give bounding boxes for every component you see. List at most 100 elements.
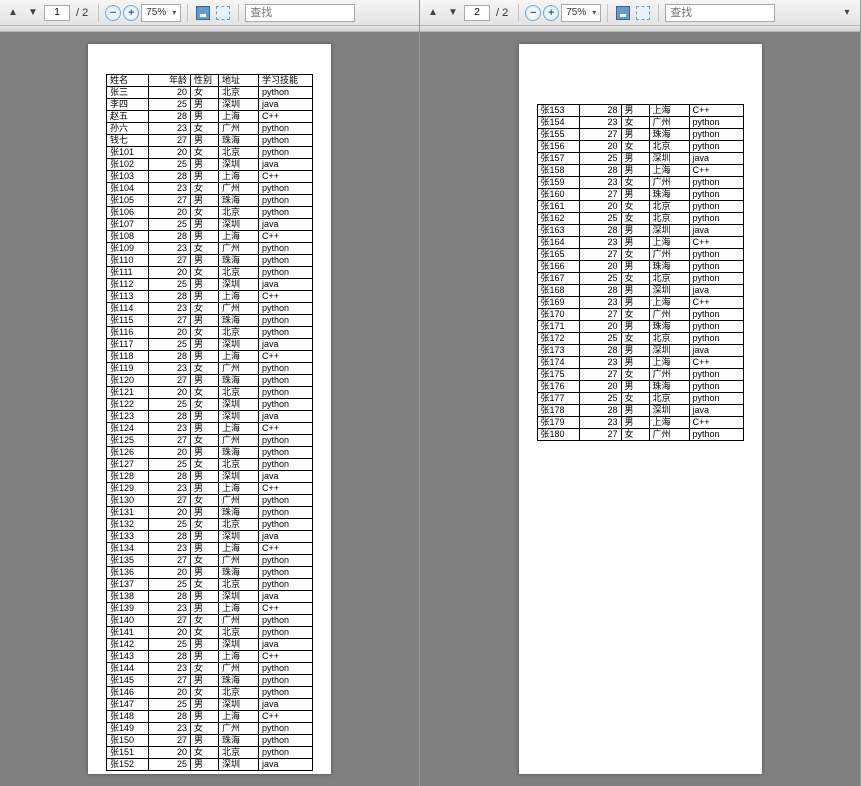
table-cell: python: [259, 387, 313, 399]
table-row: 张11725男深圳java: [107, 339, 313, 351]
table-cell: 上海: [649, 165, 689, 177]
next-page-button[interactable]: ▼: [24, 4, 42, 22]
table-cell: 珠海: [219, 675, 259, 687]
prev-page-button[interactable]: ▲: [4, 4, 22, 22]
zoom-out-button[interactable]: −: [525, 5, 541, 21]
table-cell: 张125: [107, 435, 149, 447]
table-cell: 深圳: [219, 279, 259, 291]
table-cell: 男: [621, 237, 649, 249]
table-cell: 张176: [537, 381, 579, 393]
table-cell: C++: [259, 171, 313, 183]
current-page-input[interactable]: [44, 5, 70, 21]
table-cell: 27: [579, 429, 621, 441]
prev-page-button[interactable]: ▲: [424, 4, 442, 22]
table-cell: python: [259, 375, 313, 387]
table-cell: 男: [191, 471, 219, 483]
table-row: 张17423男上海C++: [537, 357, 743, 369]
fit-page-button[interactable]: [634, 4, 652, 22]
table-cell: 深圳: [219, 471, 259, 483]
table-cell: 张161: [537, 201, 579, 213]
table-row: 张11423女广州python: [107, 303, 313, 315]
table-cell: 张117: [107, 339, 149, 351]
table-cell: 男: [191, 351, 219, 363]
zoom-in-button[interactable]: +: [123, 5, 139, 21]
table-cell: 上海: [219, 111, 259, 123]
toolbar-left: ▲ ▼ / 2 − + 75% ▾: [0, 0, 419, 26]
table-cell: python: [259, 519, 313, 531]
zoom-dropdown[interactable]: 75% ▾: [141, 4, 181, 22]
table-row: 张15620女北京python: [537, 141, 743, 153]
table-cell: 张156: [537, 141, 579, 153]
pdf-viewer-right: ▲ ▼ / 2 − + 75% ▾ ▾ 张15328男上海C++张15423女广…: [420, 0, 861, 786]
save-button[interactable]: [614, 4, 632, 22]
column-header: 学习技能: [259, 75, 313, 87]
table-cell: 男: [621, 417, 649, 429]
table-cell: python: [259, 303, 313, 315]
table-cell: 男: [191, 291, 219, 303]
chevron-down-icon: ▾: [172, 8, 176, 17]
tools-dropdown[interactable]: ▾: [838, 4, 856, 22]
current-page-input[interactable]: [464, 5, 490, 21]
next-page-button[interactable]: ▼: [444, 4, 462, 22]
table-row: 张10725男深圳java: [107, 219, 313, 231]
table-row: 张14423女广州python: [107, 663, 313, 675]
table-cell: 张128: [107, 471, 149, 483]
table-cell: 20: [149, 87, 191, 99]
table-cell: 28: [149, 351, 191, 363]
table-row: 张10828男上海C++: [107, 231, 313, 243]
table-row: 张17725女北京python: [537, 393, 743, 405]
table-cell: 男: [191, 339, 219, 351]
zoom-in-button[interactable]: +: [543, 5, 559, 21]
table-cell: 张114: [107, 303, 149, 315]
save-button[interactable]: [194, 4, 212, 22]
zoom-dropdown[interactable]: 75% ▾: [561, 4, 601, 22]
table-cell: python: [689, 249, 743, 261]
table-cell: 男: [191, 531, 219, 543]
zoom-out-button[interactable]: −: [105, 5, 121, 21]
table-cell: 女: [191, 243, 219, 255]
table-cell: 女: [191, 459, 219, 471]
table-cell: 23: [149, 723, 191, 735]
table-cell: 男: [191, 735, 219, 747]
table-cell: 女: [621, 201, 649, 213]
table-cell: 广州: [219, 663, 259, 675]
table-row: 张15423女广州python: [537, 117, 743, 129]
table-cell: java: [259, 159, 313, 171]
table-cell: python: [689, 309, 743, 321]
page-canvas-right[interactable]: 张15328男上海C++张15423女广州python张15527男珠海pyth…: [420, 32, 860, 786]
table-cell: 23: [579, 237, 621, 249]
table-cell: 27: [579, 129, 621, 141]
table-cell: 广州: [219, 723, 259, 735]
table-cell: 女: [191, 747, 219, 759]
table-cell: C++: [689, 105, 743, 117]
table-cell: 上海: [219, 291, 259, 303]
table-row: 张12527女广州python: [107, 435, 313, 447]
table-cell: 28: [149, 231, 191, 243]
table-cell: 男: [191, 543, 219, 555]
search-input[interactable]: [245, 4, 355, 22]
search-input[interactable]: [665, 4, 775, 22]
table-cell: java: [689, 285, 743, 297]
table-cell: 23: [579, 417, 621, 429]
table-cell: 珠海: [219, 735, 259, 747]
table-cell: java: [689, 405, 743, 417]
table-cell: C++: [259, 291, 313, 303]
table-row: 张16120女北京python: [537, 201, 743, 213]
table-row: 张17923男上海C++: [537, 417, 743, 429]
table-cell: 27: [149, 675, 191, 687]
table-cell: 20: [149, 147, 191, 159]
table-cell: 25: [149, 579, 191, 591]
column-header: 年龄: [149, 75, 191, 87]
table-cell: 男: [621, 225, 649, 237]
table-cell: 深圳: [649, 345, 689, 357]
table-cell: 男: [191, 651, 219, 663]
table-cell: 张131: [107, 507, 149, 519]
table-cell: 深圳: [219, 339, 259, 351]
fit-page-button[interactable]: [214, 4, 232, 22]
page-canvas-left[interactable]: 姓名年龄性别地址学习技能 张三20女北京python李四25男深圳java赵五2…: [0, 32, 419, 786]
table-cell: python: [259, 723, 313, 735]
table-cell: java: [259, 411, 313, 423]
table-cell: 23: [149, 123, 191, 135]
table-cell: 女: [191, 303, 219, 315]
table-cell: 广州: [219, 303, 259, 315]
